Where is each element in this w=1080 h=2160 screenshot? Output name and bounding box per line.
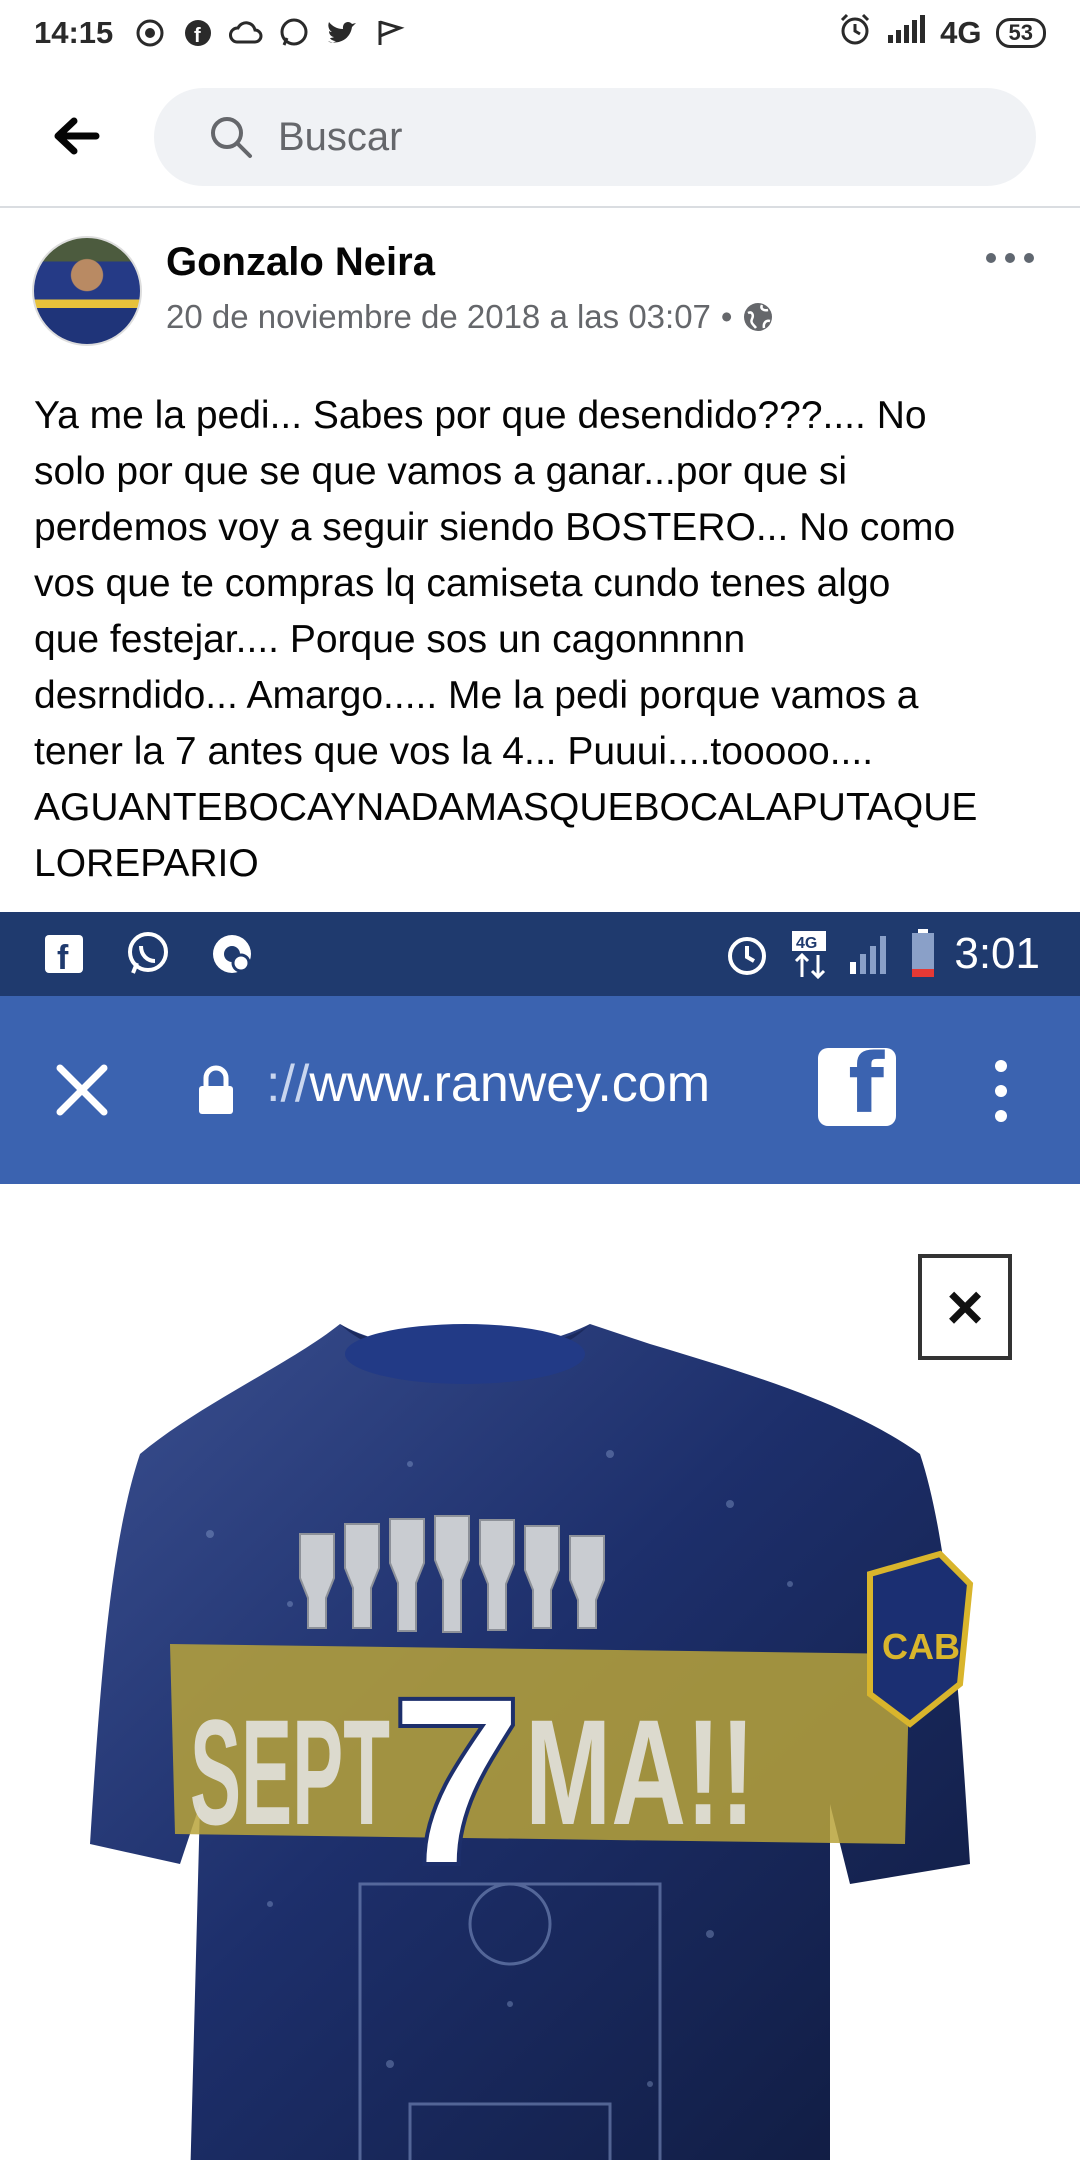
post-text-line: que festejar.... Porque sos un cagonnnnn xyxy=(34,618,746,661)
twitter-notification-icon xyxy=(325,16,359,50)
notification-circle-icon xyxy=(133,16,167,50)
photo-facebook-logo-icon: f xyxy=(818,1037,896,1132)
network-type: 4G xyxy=(940,15,982,50)
photo-close-icon xyxy=(56,1064,108,1116)
svg-text:4G: 4G xyxy=(796,935,817,952)
jersey-text-left: SEPT xyxy=(190,1688,390,1856)
signal-icon xyxy=(886,15,926,51)
photo-url: ://www.ranwey.com xyxy=(266,1054,710,1114)
search-placeholder: Buscar xyxy=(278,114,403,159)
post-timestamp[interactable]: 20 de noviembre de 2018 a las 03:07 xyxy=(166,298,711,336)
photo-alarm-icon xyxy=(728,937,767,975)
photo-status-right: 4G 3:01 xyxy=(722,929,1040,979)
post-text: Ya me la pedi... Sabes por que desendido… xyxy=(34,388,1054,892)
photo-kebab-menu-icon xyxy=(995,1060,1007,1122)
photo-status-bar: f 4G 3:01 xyxy=(0,912,1080,996)
search-input[interactable]: Buscar xyxy=(154,88,1036,186)
post-author[interactable]: Gonzalo Neira xyxy=(166,240,435,285)
status-right-group: 4G 53 xyxy=(838,12,1046,54)
whatsapp-notification-icon xyxy=(277,16,311,50)
photo-lock-icon xyxy=(199,1065,233,1114)
photo-battery-icon xyxy=(912,929,935,977)
post-text-line: AGUANTEBOCAYNADAMASQUEBOCALAPUTAQUE xyxy=(34,786,978,829)
photo-chrome-icon xyxy=(208,930,256,978)
facebook-notification-icon: f xyxy=(181,16,215,50)
cloud-icon xyxy=(229,16,263,50)
more-horizontal-icon xyxy=(986,253,1034,263)
avatar[interactable] xyxy=(32,236,142,346)
status-bar: 14:15 f 4G 53 xyxy=(0,0,1080,66)
status-time: 14:15 xyxy=(34,15,114,50)
play-flag-icon xyxy=(373,16,407,50)
photo-page-content: × SEPT 7 MA!! CAB xyxy=(0,1184,1080,2160)
photo-facebook-icon: f xyxy=(40,930,88,978)
alarm-icon xyxy=(838,12,872,54)
arrow-left-icon xyxy=(54,117,100,155)
post-photo[interactable]: f 4G 3:01 ://www.ranwey.com f × SEPT 7 M… xyxy=(0,912,1080,2160)
post-more-button[interactable] xyxy=(980,238,1040,278)
post-header: Gonzalo Neira 20 de noviembre de 2018 a … xyxy=(0,210,1080,360)
post: Gonzalo Neira 20 de noviembre de 2018 a … xyxy=(0,210,1080,885)
battery-indicator: 53 xyxy=(995,18,1046,48)
back-button[interactable] xyxy=(36,96,116,176)
post-text-line: desrndido... Amargo..... Me la pedi porq… xyxy=(34,674,919,717)
post-text-line: solo por que se que vamos a ganar...por … xyxy=(34,450,848,493)
jersey-image: SEPT 7 MA!! CAB xyxy=(90,1324,974,2160)
svg-text:f: f xyxy=(57,939,69,975)
photo-whatsapp-icon xyxy=(124,930,172,978)
post-text-line: tener la 7 antes que vos la 4... Puuui..… xyxy=(34,730,874,773)
photo-browser-toolbar: ://www.ranwey.com f xyxy=(0,996,1080,1184)
post-text-line: vos que te compras lq camiseta cundo ten… xyxy=(34,562,891,605)
jersey-badge-text: CAB xyxy=(882,1626,960,1667)
post-text-line: Ya me la pedi... Sabes por que desendido… xyxy=(34,394,927,437)
photo-url-prefix: :// xyxy=(266,1055,310,1113)
photo-signal-icon xyxy=(850,936,887,974)
jersey-text-right: MA!! xyxy=(525,1688,755,1856)
photo-url-domain: www.ranwey.com xyxy=(309,1055,711,1113)
post-text-line: LOREPARIO xyxy=(34,842,259,885)
search-header: Buscar xyxy=(0,66,1080,208)
photo-time: 3:01 xyxy=(954,929,1040,978)
jersey-text-seven: 7 xyxy=(390,1647,523,1915)
post-text-line: perdemos voy a seguir siendo BOSTERO... … xyxy=(34,506,956,549)
meta-separator: • xyxy=(720,298,733,335)
photo-network-icon: 4G xyxy=(792,931,827,979)
svg-text:f: f xyxy=(194,25,201,47)
globe-icon xyxy=(744,303,773,331)
post-meta: 20 de noviembre de 2018 a las 03:07 • xyxy=(166,298,774,336)
search-icon xyxy=(211,117,252,158)
